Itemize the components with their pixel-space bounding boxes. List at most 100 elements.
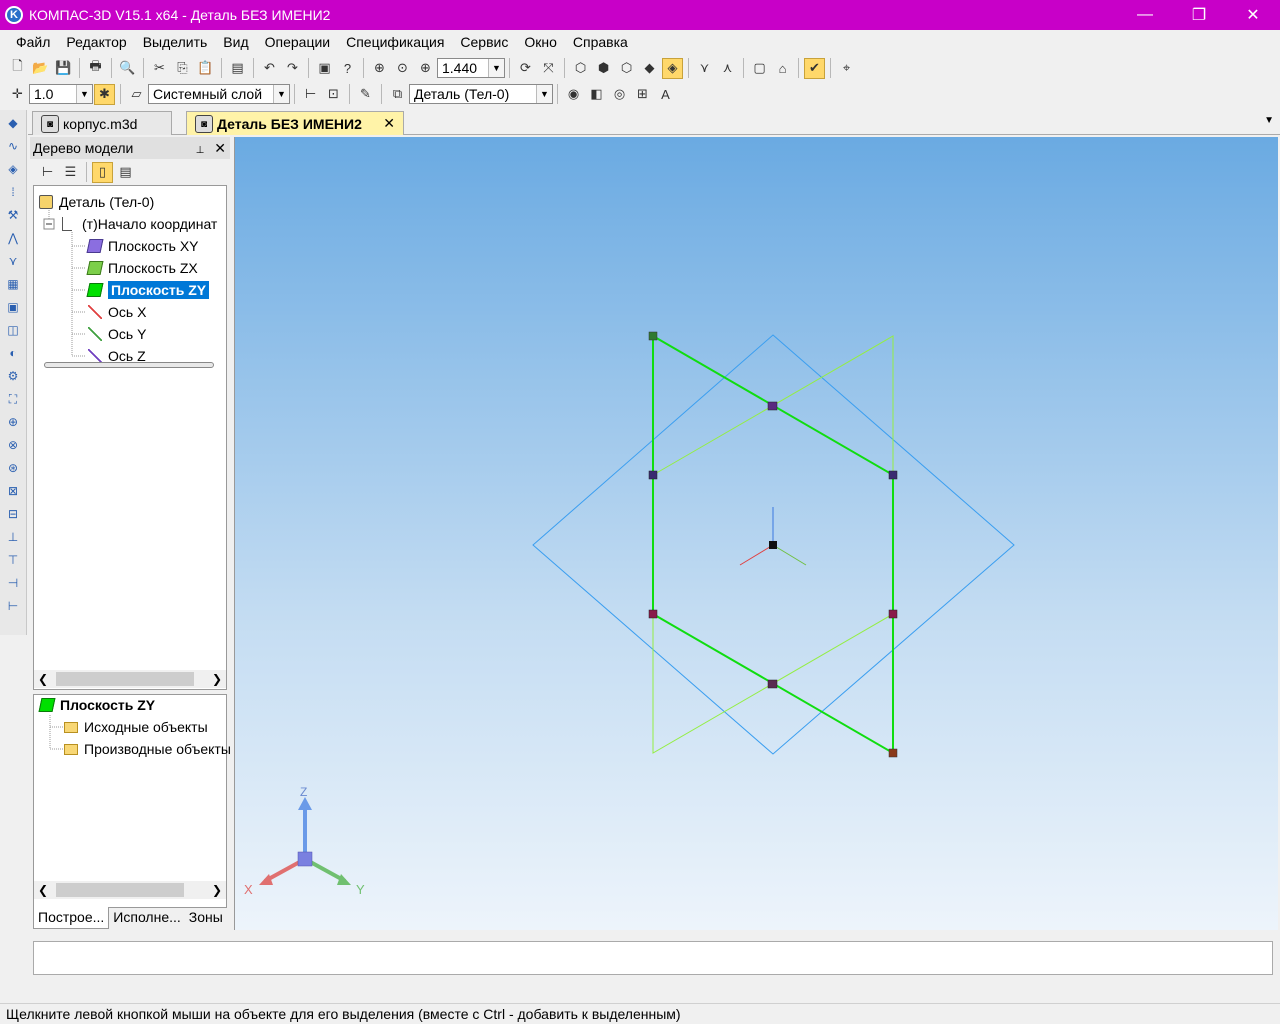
arrays-icon[interactable]: ⁞ xyxy=(3,182,23,202)
menu-specification[interactable]: Спецификация xyxy=(338,34,452,50)
body-icon[interactable]: ⧉ xyxy=(387,84,408,105)
close-window-button[interactable]: ✕ xyxy=(1226,0,1280,30)
tool-d-icon[interactable]: ⊛ xyxy=(3,458,23,478)
scroll-left-icon[interactable]: ❮ xyxy=(38,883,48,897)
viewport-canvas[interactable] xyxy=(235,137,1279,930)
grid-snap-icon[interactable]: ✱ xyxy=(94,83,115,105)
surface-icon[interactable]: ◧ xyxy=(586,84,607,105)
tree-item-plane-zy[interactable]: Плоскость ZY xyxy=(86,280,210,300)
model-viewport[interactable]: Z X Y xyxy=(234,137,1278,930)
tree-item-plane-zx[interactable]: Плоскость ZX xyxy=(86,258,198,278)
body-combo[interactable]: Деталь (Тел-0) ▼ xyxy=(409,84,553,104)
menu-select[interactable]: Выделить xyxy=(135,34,216,50)
step-icon[interactable]: ✛ xyxy=(7,84,28,105)
hidden-lines-icon[interactable]: ⬢ xyxy=(593,58,614,79)
close-tab-icon[interactable]: ✕ xyxy=(383,115,395,132)
help-pointer-icon[interactable]: ? xyxy=(337,58,358,79)
zoom-combo[interactable]: 1.440 ▼ xyxy=(437,58,505,78)
manager-icon[interactable]: ▣ xyxy=(314,58,335,79)
snap-icon[interactable]: ✔ xyxy=(804,57,825,79)
edit-icon[interactable]: ✎ xyxy=(355,84,376,105)
tool-c-icon[interactable]: ⊗ xyxy=(3,435,23,455)
text-icon[interactable]: A xyxy=(655,84,676,105)
tree-order-icon[interactable]: ⊢ xyxy=(37,162,58,183)
chevron-down-icon[interactable]: ▼ xyxy=(488,59,504,77)
tool-e-icon[interactable]: ⊠ xyxy=(3,481,23,501)
mates-icon[interactable]: ⊞ xyxy=(632,84,653,105)
edit-details-icon[interactable]: ◆ xyxy=(3,113,23,133)
tool-h-icon[interactable]: ⊤ xyxy=(3,550,23,570)
chevron-down-icon[interactable]: ▼ xyxy=(76,85,92,103)
coil-icon[interactable]: ⚙ xyxy=(3,366,23,386)
filters-icon[interactable]: ⋎ xyxy=(3,251,23,271)
layer-combo[interactable]: Системный слой ▼ xyxy=(148,84,290,104)
tree-item-axis-x[interactable]: Ось X xyxy=(88,302,146,322)
minimize-button[interactable]: — xyxy=(1118,0,1172,30)
tool-f-icon[interactable]: ⊟ xyxy=(3,504,23,524)
tree-scrollbar[interactable]: ❮ ❯ xyxy=(34,670,226,688)
tree-item-plane-xy[interactable]: Плоскость XY xyxy=(86,236,199,256)
new-file-icon[interactable]: 🗋 xyxy=(7,58,28,79)
tree-view-icon[interactable]: ▯ xyxy=(92,161,113,183)
tabs-menu-icon[interactable]: ▼ xyxy=(1264,115,1274,126)
tree-item-axis-y[interactable]: Ось Y xyxy=(88,324,146,344)
tool-g-icon[interactable]: ⊥ xyxy=(3,527,23,547)
scroll-right-icon[interactable]: ❯ xyxy=(212,883,222,897)
tool-i-icon[interactable]: ⊣ xyxy=(3,573,23,593)
coordinate-system-icon[interactable]: ⊢ xyxy=(300,84,321,105)
chevron-down-icon[interactable]: ▼ xyxy=(273,85,289,103)
rotate-op-icon[interactable]: ◐ xyxy=(3,343,23,363)
tab-detail[interactable]: ◙ Деталь БЕЗ ИМЕНИ2 ✕ xyxy=(186,111,404,135)
tab-zones[interactable]: Зоны xyxy=(185,907,227,929)
home-view-icon[interactable]: ⌂ xyxy=(772,58,793,79)
tree-inner-scrollbar[interactable] xyxy=(44,362,214,368)
open-file-icon[interactable]: 📂 xyxy=(30,58,51,79)
filter-icon[interactable]: ⋎ xyxy=(694,58,715,79)
zoom-all-icon[interactable]: ⊙ xyxy=(392,58,413,79)
tree-structure-icon[interactable]: ☰ xyxy=(60,162,81,183)
close-panel-icon[interactable]: ✕ xyxy=(214,140,226,156)
tree-view2-icon[interactable]: ▤ xyxy=(115,162,136,183)
thin-lines-icon[interactable]: ⬡ xyxy=(616,58,637,79)
undo-icon[interactable]: ↶ xyxy=(259,58,280,79)
sheet-metal-icon[interactable]: ⚒ xyxy=(3,205,23,225)
redo-icon[interactable]: ↷ xyxy=(282,58,303,79)
scroll-left-icon[interactable]: ❮ xyxy=(38,672,48,686)
zoom-in-icon[interactable]: ⊕ xyxy=(415,58,436,79)
print-icon[interactable]: 🖶 xyxy=(85,58,106,79)
menu-help[interactable]: Справка xyxy=(565,34,636,50)
menu-operations[interactable]: Операции xyxy=(257,34,339,50)
tab-executions[interactable]: Исполне... xyxy=(109,907,184,929)
measure-icon[interactable]: ▦ xyxy=(3,274,23,294)
step-combo[interactable]: 1.0 ▼ xyxy=(29,84,93,104)
tab-corpus[interactable]: ◙ корпус.m3d xyxy=(32,111,172,135)
aux-geometry-icon[interactable]: ⋀ xyxy=(3,228,23,248)
tool-b-icon[interactable]: ⊕ xyxy=(3,412,23,432)
rel-item-derived[interactable]: Производные объекты xyxy=(64,739,231,759)
copy-icon[interactable]: ⎘ xyxy=(172,58,193,79)
orientation-icon[interactable]: ⤧ xyxy=(538,58,559,79)
spec-icon[interactable]: ▣ xyxy=(3,297,23,317)
property-panel[interactable] xyxy=(33,941,1273,975)
menu-editor[interactable]: Редактор xyxy=(58,34,134,50)
tab-construction[interactable]: Построе... xyxy=(33,907,110,929)
color-icon[interactable]: ◉ xyxy=(563,84,584,105)
orient-icon[interactable]: ⊡ xyxy=(323,84,344,105)
layer-icon[interactable]: ▱ xyxy=(126,84,147,105)
select-filter-icon[interactable]: ⋏ xyxy=(717,58,738,79)
rotate-icon[interactable]: ⟳ xyxy=(515,58,536,79)
tree-item-detail[interactable]: Деталь (Тел-0) xyxy=(39,192,154,212)
origin-point[interactable] xyxy=(769,541,777,549)
menu-view[interactable]: Вид xyxy=(215,34,256,50)
menu-file[interactable]: Файл xyxy=(8,34,58,50)
tool-j-icon[interactable]: ⊢ xyxy=(3,596,23,616)
zoom-window-icon[interactable]: ⊕ xyxy=(369,58,390,79)
wireframe-icon[interactable]: ⬡ xyxy=(570,58,591,79)
box-icon[interactable]: ▢ xyxy=(749,58,770,79)
rel-item-source[interactable]: Исходные объекты xyxy=(64,717,208,737)
rel-item-plane-zy[interactable]: Плоскость ZY xyxy=(38,695,155,715)
spatial-curves-icon[interactable]: ∿ xyxy=(3,136,23,156)
menu-window[interactable]: Окно xyxy=(516,34,565,50)
shaded-edges-icon[interactable]: ◈ xyxy=(662,57,683,79)
relations-scrollbar[interactable]: ❮ ❯ xyxy=(34,881,226,899)
